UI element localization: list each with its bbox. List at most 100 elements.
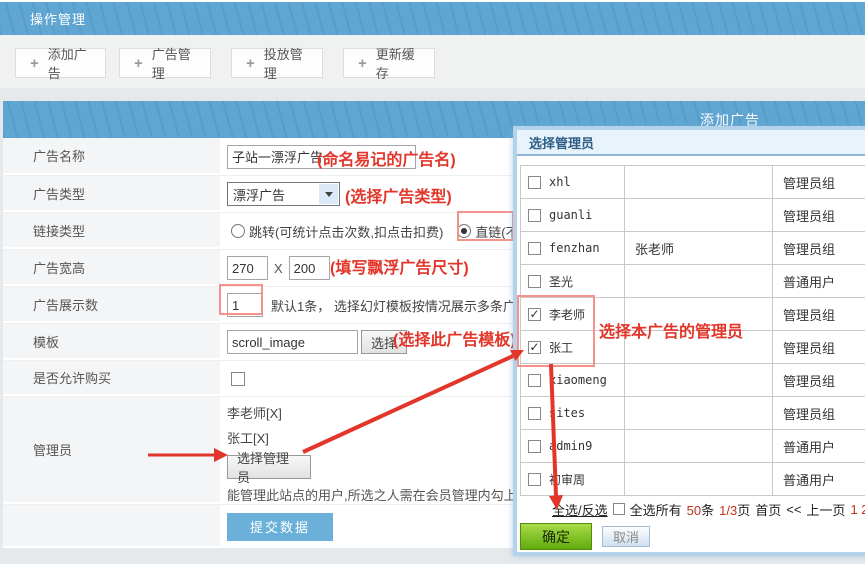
table-row: guanli 管理员组 bbox=[521, 199, 865, 232]
ad-type-selected-value: 漂浮广告 bbox=[233, 185, 285, 204]
table-row: 初审周 普通用户 bbox=[521, 463, 865, 496]
toolbar-button-delivery-manage[interactable]: + 投放管理 bbox=[231, 48, 323, 78]
select-all-pages-label: 全选所有 bbox=[630, 500, 682, 519]
user-group: 管理员组 bbox=[773, 331, 865, 364]
field-label-display-count: 广告展示数 bbox=[3, 287, 220, 323]
username: guanli bbox=[549, 208, 592, 222]
toolbar-button-ad-manage[interactable]: + 广告管理 bbox=[119, 48, 211, 78]
realname bbox=[625, 265, 773, 298]
row-checkbox[interactable] bbox=[528, 275, 541, 288]
empty-label-cell bbox=[3, 505, 220, 548]
toolbar: + 添加广告 + 广告管理 + 投放管理 + 更新缓存 bbox=[0, 35, 865, 88]
user-group: 管理员组 bbox=[773, 166, 865, 199]
submit-button[interactable]: 提交数据 bbox=[227, 513, 333, 541]
prev-arrows-icon: << bbox=[786, 502, 801, 517]
annotation-template: (选择此广告模板) bbox=[393, 326, 516, 350]
plus-icon: + bbox=[246, 55, 255, 72]
annotation-ad-size: (填写飘浮广告尺寸) bbox=[330, 254, 469, 278]
template-input[interactable] bbox=[227, 330, 358, 354]
field-label-ad-name: 广告名称 bbox=[3, 138, 220, 175]
table-row: 圣光 普通用户 bbox=[521, 265, 865, 298]
user-group: 管理员组 bbox=[773, 364, 865, 397]
allow-purchase-checkbox[interactable] bbox=[231, 372, 245, 386]
page-indicator: 1/3页 bbox=[719, 500, 750, 519]
table-row: xiaomeng 管理员组 bbox=[521, 364, 865, 397]
realname bbox=[625, 463, 773, 496]
field-label-link-type: 链接类型 bbox=[3, 213, 220, 249]
field-label-ad-type: 广告类型 bbox=[3, 176, 220, 212]
plus-icon: + bbox=[134, 55, 143, 72]
dialog-buttons: 确定 取消 bbox=[520, 523, 865, 550]
row-checkbox[interactable] bbox=[528, 242, 541, 255]
username: xiaomeng bbox=[549, 373, 607, 387]
username: 圣光 bbox=[549, 273, 573, 290]
table-row: sites 管理员组 bbox=[521, 397, 865, 430]
username: admin9 bbox=[549, 439, 592, 453]
toolbar-button-add-ad[interactable]: + 添加广告 bbox=[15, 48, 106, 78]
row-checkbox[interactable] bbox=[528, 407, 541, 420]
total-count: 50条 bbox=[687, 500, 714, 519]
annotation-ad-type: (选择广告类型) bbox=[345, 183, 452, 207]
table-row: admin9 普通用户 bbox=[521, 430, 865, 463]
user-group: 管理员组 bbox=[773, 397, 865, 430]
toolbar-button-label: 广告管理 bbox=[152, 44, 196, 82]
radio-jump-label: 跳转(可统计点击次数,扣点击扣费) bbox=[249, 222, 443, 241]
cancel-button[interactable]: 取消 bbox=[602, 526, 650, 547]
field-label-template: 模板 bbox=[3, 324, 220, 360]
realname bbox=[625, 166, 773, 199]
user-group: 普通用户 bbox=[773, 463, 865, 496]
display-count-hint: 默认1条， 选择幻灯模板按情况展示多条广告 bbox=[271, 296, 529, 315]
username: xhl bbox=[549, 175, 571, 189]
username: fenzhan bbox=[549, 241, 600, 255]
highlight-box-selected-managers bbox=[517, 295, 595, 367]
select-all-link[interactable]: 全选/反选 bbox=[552, 500, 608, 519]
chevron-down-icon bbox=[319, 184, 338, 204]
row-checkbox[interactable] bbox=[528, 473, 541, 486]
user-group: 管理员组 bbox=[773, 298, 865, 331]
ad-height-input[interactable] bbox=[289, 256, 330, 280]
toolbar-button-label: 更新缓存 bbox=[376, 44, 420, 82]
toolbar-button-label: 添加广告 bbox=[48, 44, 91, 82]
prev-page-link[interactable]: 上一页 bbox=[806, 500, 845, 519]
page-title: 操作管理 bbox=[30, 9, 86, 28]
choose-manager-button[interactable]: 选择管理员 bbox=[227, 455, 311, 479]
page-number-links[interactable]: 1 2 3 bbox=[850, 502, 865, 517]
ad-type-select[interactable]: 漂浮广告 bbox=[227, 182, 340, 206]
user-group: 普通用户 bbox=[773, 430, 865, 463]
user-group: 管理员组 bbox=[773, 199, 865, 232]
username: 初审周 bbox=[549, 471, 585, 488]
toolbar-button-refresh-cache[interactable]: + 更新缓存 bbox=[343, 48, 435, 78]
realname bbox=[625, 364, 773, 397]
plus-icon: + bbox=[30, 55, 39, 72]
realname: 张老师 bbox=[625, 232, 773, 265]
select-all-pages-checkbox[interactable] bbox=[613, 503, 625, 515]
field-label-allow-purchase: 是否允许购买 bbox=[3, 361, 220, 396]
highlight-box-direct-link bbox=[457, 211, 514, 241]
size-separator: X bbox=[274, 261, 283, 276]
row-checkbox[interactable] bbox=[528, 440, 541, 453]
realname bbox=[625, 430, 773, 463]
annotation-ad-name: (命名易记的广告名) bbox=[317, 146, 456, 170]
row-checkbox[interactable] bbox=[528, 176, 541, 189]
field-label-ad-size: 广告宽高 bbox=[3, 250, 220, 286]
realname bbox=[625, 199, 773, 232]
first-page-link[interactable]: 首页 bbox=[755, 500, 781, 519]
table-row: xhl 管理员组 bbox=[521, 166, 865, 199]
row-checkbox[interactable] bbox=[528, 209, 541, 222]
annotation-select-managers: 选择本广告的管理员 bbox=[599, 318, 743, 342]
realname bbox=[625, 397, 773, 430]
plus-icon: + bbox=[358, 55, 367, 72]
highlight-box-display-count bbox=[219, 284, 263, 315]
ok-button[interactable]: 确定 bbox=[520, 523, 592, 550]
field-label-managers: 管理员 bbox=[3, 397, 220, 504]
ad-width-input[interactable] bbox=[227, 256, 268, 280]
row-checkbox[interactable] bbox=[528, 374, 541, 387]
radio-jump[interactable] bbox=[231, 224, 245, 238]
dialog-title: 选择管理员 bbox=[517, 130, 865, 156]
page-header: 操作管理 bbox=[0, 2, 865, 35]
pagination-bar: 全选/反选 全选所有 50条 1/3页 首页 << 上一页 1 2 3 bbox=[552, 500, 865, 518]
user-group: 管理员组 bbox=[773, 232, 865, 265]
user-group: 普通用户 bbox=[773, 265, 865, 298]
table-row: fenzhan 张老师 管理员组 bbox=[521, 232, 865, 265]
toolbar-button-label: 投放管理 bbox=[264, 44, 308, 82]
